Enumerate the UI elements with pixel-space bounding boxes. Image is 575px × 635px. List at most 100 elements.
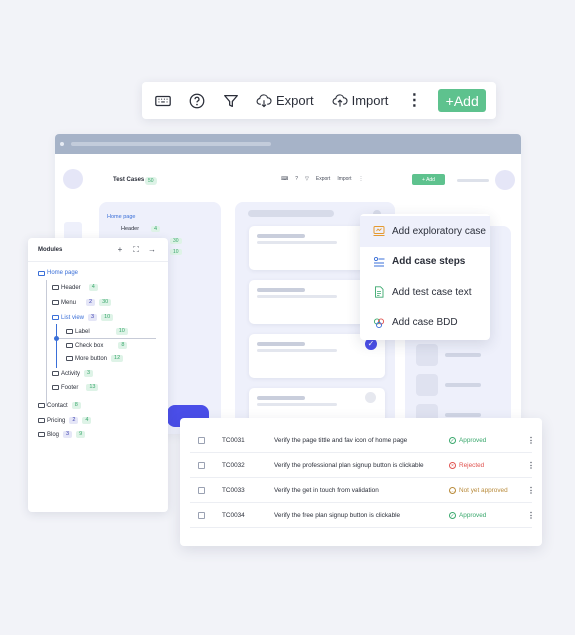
tree-home-page[interactable]: Home page: [107, 214, 135, 220]
case-id: TC0033: [222, 486, 245, 494]
tree-item-label: Activity: [61, 370, 81, 377]
case-description: Verify the free plan signup button is cl…: [274, 511, 401, 519]
case-count-badge: 4: [82, 417, 92, 424]
folder-icon: [52, 285, 59, 290]
rejected-icon: ×: [449, 461, 456, 469]
tree-item-label: Home page: [47, 270, 79, 276]
case-count-badge: 8: [71, 402, 81, 409]
table-row[interactable]: TC0034 Verify the free plan signup butto…: [190, 503, 535, 528]
folder-icon: [52, 315, 59, 320]
tree-item-header[interactable]: Header 4: [52, 284, 98, 291]
cloud-upload-icon: [332, 93, 348, 107]
module-count-badge: 3: [88, 314, 98, 321]
detail-line: [445, 413, 481, 417]
menu-item-exploratory[interactable]: Add exploratory case: [360, 216, 490, 247]
tree-item-list-view[interactable]: List view 3 10: [52, 314, 114, 321]
tree-item-activity[interactable]: Activity 3: [52, 370, 94, 377]
row-checkbox[interactable]: [198, 486, 205, 494]
case-count-badge: 12: [111, 355, 124, 362]
keyboard-icon[interactable]: ⌨: [281, 176, 288, 182]
user-avatar[interactable]: [495, 170, 515, 190]
approved-icon: ✓: [449, 511, 456, 519]
tree-item-menu[interactable]: Menu 2 30: [52, 299, 112, 306]
detail-thumb: [416, 344, 438, 366]
import-button[interactable]: Import: [337, 176, 351, 182]
table-row[interactable]: TC0033 Verify the get in touch from vali…: [190, 478, 535, 503]
help-icon[interactable]: ?: [295, 176, 298, 182]
row-menu-icon[interactable]: ⋮: [525, 461, 537, 470]
tree-item-label-module[interactable]: Label 10: [66, 328, 128, 335]
case-description: Verify the get in touch from validation: [274, 486, 379, 494]
tree-item-contact[interactable]: Contact 8: [38, 402, 81, 409]
menu-item-case-steps[interactable]: Add case steps: [360, 247, 490, 278]
tree-item-blog[interactable]: Blog 3 9: [38, 431, 86, 438]
tree-item-pricing[interactable]: Pricing 2 4: [38, 417, 92, 424]
tree-connector-active: [56, 324, 57, 368]
row-checkbox[interactable]: [198, 436, 205, 444]
menu-item-test-case-text[interactable]: Add test case text: [360, 277, 490, 308]
text-document-icon: [375, 286, 384, 298]
bdd-icon: [373, 318, 385, 328]
folder-icon: [38, 418, 45, 423]
filter-icon[interactable]: ▽: [305, 176, 309, 182]
export-button[interactable]: Export: [256, 93, 314, 109]
row-checkbox[interactable]: [198, 461, 205, 469]
add-button[interactable]: + Add: [412, 174, 445, 185]
table-row[interactable]: TC0031 Verify the page tittle and fav ic…: [190, 428, 535, 453]
help-icon[interactable]: [188, 92, 206, 110]
import-button[interactable]: Import: [332, 93, 388, 109]
tree-item-label: List view: [61, 314, 85, 321]
tree-header[interactable]: Header 4: [121, 226, 161, 232]
expand-icon[interactable]: ⛶: [128, 245, 144, 255]
steps-icon: [373, 256, 385, 267]
menu-item-case-bdd[interactable]: Add case BDD: [360, 308, 490, 339]
user-name-placeholder: [457, 179, 489, 182]
folder-icon: [66, 343, 73, 348]
tree-item-footer[interactable]: Footer 13: [52, 384, 99, 391]
folder-icon: [38, 270, 45, 276]
case-description: Verify the page tittle and fav icon of h…: [274, 436, 408, 444]
add-button[interactable]: +Add: [438, 89, 486, 112]
more-icon[interactable]: ⋮: [358, 176, 363, 182]
green-badge: 30: [170, 238, 182, 244]
cloud-download-icon: [256, 93, 272, 107]
export-button[interactable]: Export: [316, 176, 330, 182]
more-options-icon[interactable]: ⋮: [406, 92, 422, 109]
folder-icon: [52, 300, 59, 305]
main-toolbar: Export Import ⋮ +Add: [142, 82, 496, 119]
arrow-right-icon[interactable]: →: [144, 245, 160, 254]
row-checkbox[interactable]: [198, 511, 205, 519]
window-title-bar: [55, 134, 521, 154]
tree-item-check-box[interactable]: Check box 8: [66, 342, 128, 349]
add-icon[interactable]: +: [112, 245, 128, 254]
tree-header-count: 4: [151, 226, 161, 232]
row-menu-icon[interactable]: ⋮: [525, 511, 537, 520]
tree-item-more-button[interactable]: More button 12: [66, 355, 124, 362]
card-radio[interactable]: [365, 392, 376, 403]
tree-item-label: Menu: [61, 299, 77, 306]
approved-icon: ✓: [449, 436, 456, 444]
status-label: Not yet approved: [459, 486, 508, 494]
filter-icon[interactable]: [222, 92, 240, 110]
folder-icon: [52, 371, 59, 376]
folder-icon: [38, 403, 45, 408]
window-address-bar: [71, 142, 271, 146]
table-row[interactable]: TC0032 Verify the professional plan sign…: [190, 453, 535, 478]
modules-title: Modules: [38, 246, 63, 253]
keyboard-icon[interactable]: [154, 92, 172, 110]
avatar[interactable]: [63, 169, 83, 189]
case-count-badge: 13: [86, 384, 99, 391]
menu-item-label: Add exploratory case: [392, 225, 486, 237]
green-badge: 10: [170, 249, 182, 255]
folder-icon: [66, 329, 73, 334]
row-menu-icon[interactable]: ⋮: [525, 486, 537, 495]
tree-item-home-page[interactable]: Home page: [38, 270, 78, 276]
detail-line: [445, 383, 481, 387]
menu-item-label: Add case steps: [392, 256, 466, 268]
tree-node-marker: [54, 336, 59, 341]
tree-item-label: Footer: [61, 384, 79, 391]
row-menu-icon[interactable]: ⋮: [525, 436, 537, 445]
case-description: Verify the professional plan signup butt…: [274, 461, 424, 469]
count-badge: 50: [145, 177, 157, 185]
tree-header-label: Header: [121, 226, 140, 232]
